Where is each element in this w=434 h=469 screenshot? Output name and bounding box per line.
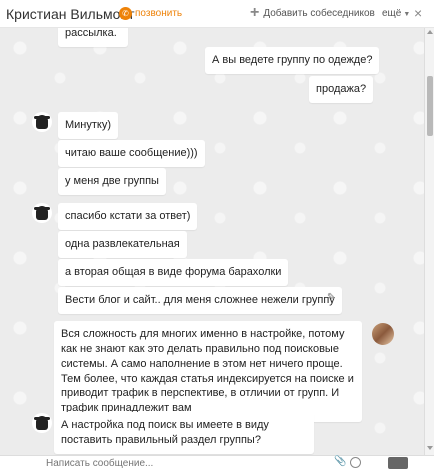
message-text: Вся сложность для многих именно в настро… — [61, 328, 354, 415]
send-icon[interactable] — [388, 457, 408, 469]
scroll-up-icon[interactable] — [427, 30, 433, 34]
add-participants-label: Добавить собеседников — [263, 7, 375, 19]
avatar[interactable] — [32, 413, 52, 433]
plus-icon: + — [250, 4, 260, 21]
avatar-silhouette — [36, 416, 48, 430]
message-bubble-outgoing: А вы ведете группу по одежде? — [205, 47, 380, 74]
scroll-thumb[interactable] — [427, 76, 433, 136]
avatar-silhouette — [36, 206, 48, 220]
message-bubble: спасибо кстати за ответ) — [58, 203, 198, 230]
more-menu-button[interactable]: ещё ▼ — [382, 8, 410, 19]
message-bubble-outgoing: продажа? — [309, 76, 374, 103]
message-bubble: А настройка под поиск вы имеете в виду п… — [54, 412, 314, 454]
avatar[interactable] — [32, 203, 52, 223]
message-text: спасибо кстати за ответ) — [65, 210, 191, 222]
add-participants-button[interactable]: + Добавить собеседников — [250, 4, 375, 21]
message-input[interactable] — [46, 457, 326, 469]
message-bubble: а вторая общая в виде форума барахолки — [58, 259, 289, 286]
avatar-silhouette — [36, 115, 48, 129]
message-bubble: одна развлекательная — [58, 231, 187, 258]
message-text: а вторая общая в виде форума барахолки — [65, 266, 282, 278]
message-bubble: рассылка. — [58, 28, 128, 47]
close-icon[interactable]: × — [414, 5, 422, 21]
avatar[interactable] — [32, 112, 52, 132]
call-button[interactable]: ✆ позвонить — [119, 7, 182, 20]
more-label: ещё — [382, 8, 402, 19]
message-bubble-outgoing: Вся сложность для многих именно в настро… — [54, 321, 362, 423]
message-text: А вы ведете группу по одежде? — [212, 54, 373, 66]
message-bubble: Минутку) — [58, 112, 119, 139]
message-list[interactable]: рассылка. А вы ведете группу по одежде? … — [0, 28, 424, 455]
contact-name[interactable]: Кристиан Вильмонт — [6, 6, 135, 22]
message-text: одна развлекательная — [65, 238, 180, 250]
scroll-down-icon[interactable] — [427, 446, 433, 450]
edit-icon[interactable]: ✎ — [327, 292, 335, 303]
message-composer: 📎 — [0, 455, 434, 469]
message-text: рассылка. — [65, 28, 117, 39]
message-text: у меня две группы — [65, 175, 159, 187]
message-bubble: у меня две группы — [58, 168, 166, 195]
message-text: А настройка под поиск вы имеете в виду п… — [61, 419, 269, 446]
call-label: позвонить — [135, 8, 183, 19]
chat-scrollbar[interactable] — [424, 28, 434, 455]
chevron-down-icon: ▼ — [403, 11, 411, 18]
message-bubble: читаю ваше сообщение))) — [58, 140, 205, 167]
smiley-icon[interactable] — [350, 457, 361, 468]
attachment-icon[interactable]: 📎 — [334, 456, 346, 467]
message-text: читаю ваше сообщение))) — [65, 147, 198, 159]
message-bubble: Вести блог и сайт.. для меня сложнее неж… — [58, 287, 342, 314]
message-text: Вести блог и сайт.. для меня сложнее неж… — [65, 294, 335, 306]
avatar-own[interactable] — [372, 323, 394, 345]
phone-icon: ✆ — [119, 7, 132, 20]
chat-header: Кристиан Вильмонт ✆ позвонить + Добавить… — [0, 0, 434, 28]
message-text: продажа? — [316, 83, 367, 95]
message-text: Минутку) — [65, 119, 112, 131]
